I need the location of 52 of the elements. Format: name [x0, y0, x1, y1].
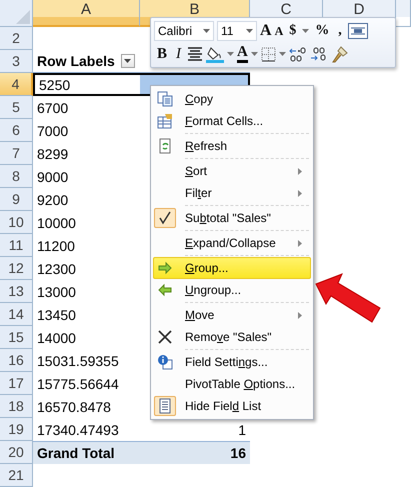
menu-item[interactable]: Group... [153, 257, 311, 279]
menu-item[interactable]: Subtotal "Sales" [153, 207, 311, 229]
row-number[interactable]: 20 [0, 441, 33, 464]
format-button[interactable]: $ [286, 24, 300, 38]
row-number[interactable]: 21 [0, 464, 33, 487]
row-number[interactable]: 7 [0, 142, 33, 165]
menu-item[interactable]: Remove "Sales" [153, 326, 311, 348]
format-button[interactable]: % [312, 24, 332, 38]
shrink-font-button[interactable]: A [274, 24, 284, 37]
column-header[interactable]: D [323, 0, 396, 17]
menu-item[interactable]: Sort [153, 160, 311, 182]
menu-item[interactable]: Format Cells... [153, 110, 311, 132]
table-cell: 16 [140, 441, 250, 464]
menu-item[interactable]: Field Settings... [153, 351, 311, 373]
row-number[interactable]: 2 [0, 27, 33, 50]
row-number[interactable]: 17 [0, 372, 33, 395]
row-number[interactable]: 13 [0, 280, 33, 303]
table-cell: Grand Total [33, 441, 140, 464]
menu-item[interactable]: Copy [153, 88, 311, 110]
table-cell: 5250 [33, 73, 140, 96]
row-number[interactable]: 16 [0, 349, 33, 372]
row-number[interactable]: 15 [0, 326, 33, 349]
row-number[interactable]: 5 [0, 96, 33, 119]
font-size-dropdown[interactable]: 11 [217, 20, 257, 41]
column-header[interactable]: C [250, 0, 323, 17]
menu-item[interactable]: Move [153, 304, 311, 326]
menu-item[interactable]: Filter [153, 182, 311, 204]
row-number[interactable]: 10 [0, 211, 33, 234]
column-header[interactable]: B [140, 0, 250, 17]
header-label: Row Labels [37, 53, 115, 69]
row-number[interactable]: 8 [0, 165, 33, 188]
row-number[interactable]: 18 [0, 395, 33, 418]
menu-item[interactable]: Expand/Collapse [153, 232, 311, 254]
row-number[interactable]: 12 [0, 257, 33, 280]
row-number[interactable]: 4 [0, 73, 33, 96]
italic-button[interactable]: I [173, 46, 184, 62]
menu-item[interactable]: PivotTable Options... [153, 373, 311, 395]
row-number[interactable]: 11 [0, 234, 33, 257]
menu-item[interactable]: Refresh [153, 135, 311, 157]
grow-font-button[interactable]: A [260, 22, 272, 39]
format-button[interactable]: , [335, 24, 345, 38]
font-color-button[interactable]: A [237, 45, 248, 64]
row-number[interactable]: 9 [0, 188, 33, 211]
bold-button[interactable]: B [154, 46, 170, 62]
column-header[interactable]: A [33, 0, 140, 17]
row-number[interactable]: 3 [0, 50, 33, 73]
font-dropdown[interactable]: Calibri [154, 20, 214, 41]
menu-item[interactable]: Ungroup... [153, 279, 311, 301]
row-number[interactable]: 6 [0, 119, 33, 142]
row-number[interactable]: 14 [0, 303, 33, 326]
menu-item[interactable]: Hide Field List [153, 395, 311, 417]
row-number[interactable]: 19 [0, 418, 33, 441]
